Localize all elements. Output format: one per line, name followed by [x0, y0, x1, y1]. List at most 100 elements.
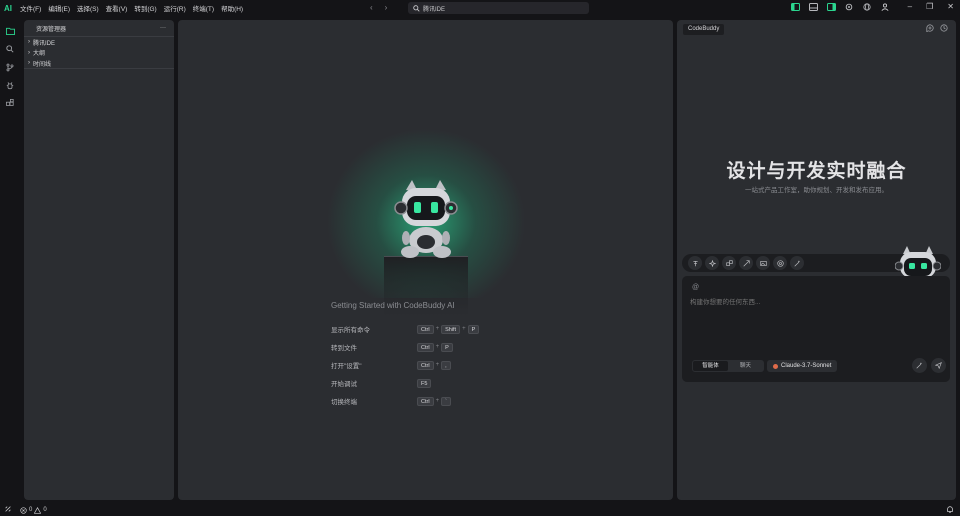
extensions-icon[interactable]	[0, 94, 20, 112]
toggle-panel-icon[interactable]	[808, 2, 818, 12]
mini-mascot-image	[895, 246, 941, 278]
magic-wand-icon[interactable]	[790, 256, 804, 270]
error-icon	[20, 506, 27, 514]
shortcut-list: 显示所有命令 Ctrl + Shift + P 转到文件 Ctrl + P 打开"设置…	[331, 320, 480, 410]
menu-run[interactable]: 运行(R)	[164, 3, 186, 13]
back-arrow-icon[interactable]: ‹	[370, 3, 373, 12]
plugins-icon[interactable]	[722, 256, 736, 270]
key: Ctrl	[417, 324, 434, 334]
codebuddy-subline: 一站式产品工作室，助你规划、开发和发布应用。	[745, 187, 888, 194]
model-name: Claude-3.7-Sonnet	[781, 363, 832, 369]
remote-icon[interactable]	[4, 505, 12, 515]
model-selector[interactable]: Claude-3.7-Sonnet	[767, 360, 838, 372]
shortcut-label: 开始调试	[331, 381, 357, 388]
problems-indicator[interactable]: 0 0	[20, 506, 47, 514]
account-icon[interactable]	[880, 2, 890, 12]
section-tencent-ide[interactable]: › 腾讯IDE	[24, 36, 174, 47]
error-count: 0	[29, 507, 33, 513]
shortcut-keys: Ctrl + ,	[417, 360, 451, 370]
section-label: 腾讯IDE	[33, 40, 56, 47]
at-mention-icon[interactable]	[773, 256, 787, 270]
plus-sign: +	[435, 398, 440, 404]
chat-input[interactable]	[690, 296, 940, 346]
shortcut-open-settings[interactable]: 打开"设置" Ctrl + ,	[331, 356, 479, 374]
minimize-icon[interactable]: –	[908, 2, 912, 11]
section-timeline[interactable]: › 时间线	[24, 58, 174, 69]
chevron-right-icon: ›	[28, 60, 30, 66]
new-chat-icon[interactable]	[926, 24, 934, 34]
history-icon[interactable]	[940, 24, 948, 34]
section-label: 大纲	[33, 51, 46, 57]
shortcut-label: 转到文件	[331, 345, 357, 352]
chat-input-box: @ 智能体 聊天 Claude-3.7-Sonnet	[682, 276, 950, 382]
plus-sign: +	[435, 362, 440, 368]
activity-bar	[0, 16, 20, 500]
rules-icon[interactable]	[688, 256, 702, 270]
explorer-panel: 资源管理器 ··· › 腾讯IDE › 大纲 › 时间线	[24, 20, 174, 500]
getting-started-title: Getting Started with CodeBuddy AI	[331, 301, 455, 310]
forward-arrow-icon[interactable]: ›	[385, 3, 388, 12]
menu-terminal[interactable]: 终端(T)	[193, 3, 214, 13]
shortcut-keys: Ctrl + `	[417, 396, 451, 406]
window-controls: – ❐ ✕	[908, 2, 954, 11]
extensions-globe-icon[interactable]	[862, 2, 872, 12]
menu-file[interactable]: 文件(F)	[20, 3, 41, 13]
sparkle-icon[interactable]	[705, 256, 719, 270]
title-bar: AI 文件(F) 编辑(E) 选择(S) 查看(V) 转到(G) 运行(R) 终…	[0, 0, 960, 16]
send-button[interactable]	[931, 358, 946, 373]
key: P	[467, 324, 480, 334]
menu-view[interactable]: 查看(V)	[106, 3, 128, 13]
codebuddy-panel: CodeBuddy 设计与开发实时融合 一站式产品工作室，助你规划、开发和发布应…	[677, 20, 956, 500]
key: Shift	[441, 324, 461, 334]
chevron-right-icon: ›	[28, 49, 30, 56]
explorer-title: 资源管理器	[36, 26, 67, 33]
command-center-search[interactable]: 腾讯IDE	[408, 2, 589, 14]
shortcut-start-debugging[interactable]: 开始调试 F5	[331, 374, 479, 392]
shortcut-keys: F5	[417, 378, 432, 388]
more-actions-icon[interactable]: ···	[160, 25, 166, 31]
warning-icon	[34, 506, 42, 514]
key: Ctrl	[417, 396, 434, 406]
section-outline[interactable]: › 大纲	[24, 47, 174, 58]
image-icon[interactable]	[756, 256, 770, 270]
files-icon[interactable]	[0, 22, 20, 40]
explorer-header: 资源管理器 ···	[24, 20, 174, 36]
notifications-bell-icon[interactable]	[946, 505, 954, 516]
key: `	[441, 396, 451, 406]
toggle-primary-sidebar-icon[interactable]	[790, 2, 800, 12]
menu-help[interactable]: 帮助(H)	[221, 3, 243, 13]
source-control-icon[interactable]	[0, 58, 20, 76]
search-icon[interactable]	[0, 40, 20, 58]
search-icon	[413, 4, 420, 12]
chevron-right-icon: ›	[28, 39, 30, 45]
menu-go[interactable]: 转到(G)	[134, 3, 156, 13]
menu-edit[interactable]: 编辑(E)	[48, 3, 70, 13]
shortcut-toggle-terminal[interactable]: 切换终端 Ctrl + `	[331, 392, 479, 410]
shortcut-go-to-file[interactable]: 转到文件 Ctrl + P	[331, 338, 479, 356]
maximize-icon[interactable]: ❐	[926, 2, 933, 11]
expand-icon[interactable]	[739, 256, 753, 270]
panel-actions	[926, 24, 948, 34]
mode-agent[interactable]: 智能体	[693, 361, 728, 371]
menu-selection[interactable]: 选择(S)	[77, 3, 99, 13]
shortcut-show-all-commands[interactable]: 显示所有命令 Ctrl + Shift + P	[331, 320, 480, 338]
key: F5	[417, 378, 432, 388]
toggle-secondary-sidebar-icon[interactable]	[826, 2, 836, 12]
key: ,	[441, 360, 451, 370]
menu-bar: 文件(F) 编辑(E) 选择(S) 查看(V) 转到(G) 运行(R) 终端(T…	[20, 3, 243, 13]
mode-chat[interactable]: 聊天	[728, 361, 763, 371]
settings-gear-icon[interactable]	[844, 2, 854, 12]
shortcut-label: 显示所有命令	[331, 327, 370, 334]
section-label: 时间线	[33, 61, 52, 68]
debug-icon[interactable]	[0, 76, 20, 94]
plus-sign: +	[462, 326, 466, 332]
codebuddy-tab[interactable]: CodeBuddy	[683, 24, 725, 35]
status-bar: 0 0	[0, 504, 960, 516]
codebuddy-mascot-image	[394, 180, 458, 258]
layout-controls	[790, 2, 890, 12]
shortcut-keys: Ctrl + P	[417, 342, 453, 352]
close-icon[interactable]: ✕	[947, 2, 954, 11]
context-at-button[interactable]: @	[692, 284, 699, 291]
enhance-prompt-button[interactable]	[912, 358, 927, 373]
mode-toggle: 智能体 聊天	[692, 360, 764, 372]
